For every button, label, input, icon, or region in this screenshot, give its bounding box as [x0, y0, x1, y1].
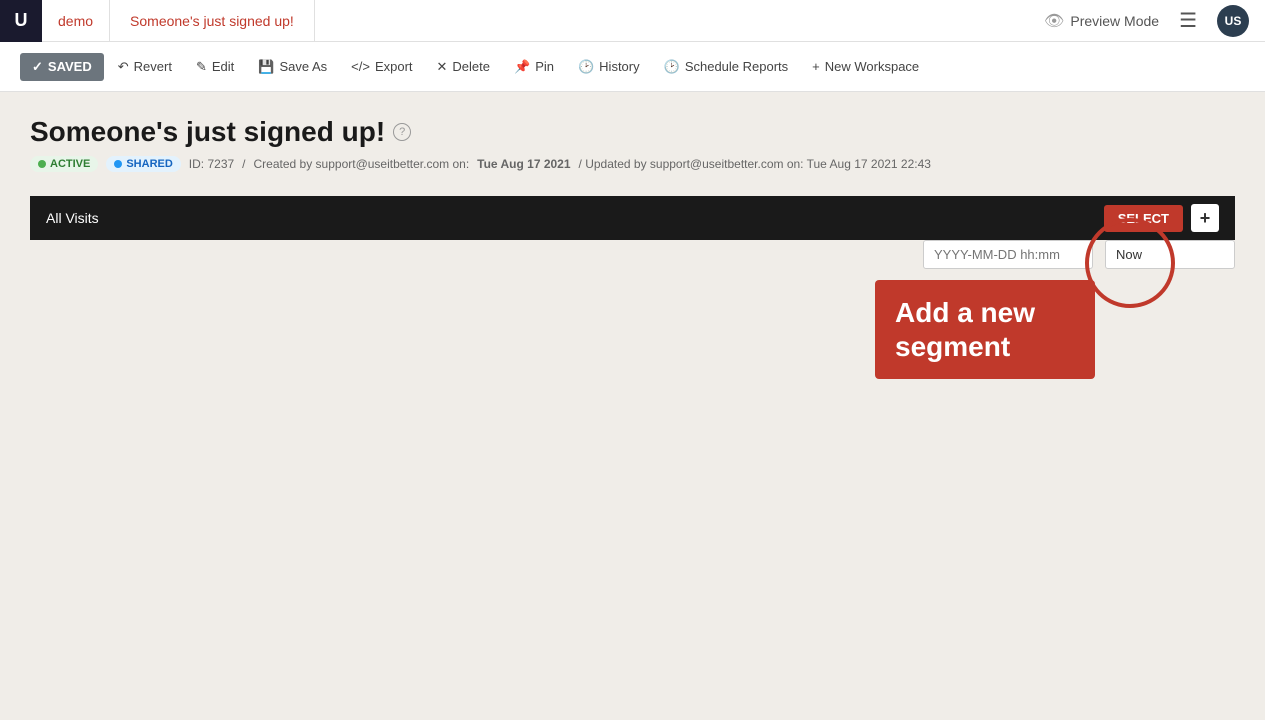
segment-label: All Visits — [46, 210, 99, 226]
hamburger-menu-button[interactable]: ☰ — [1175, 4, 1201, 37]
add-segment-tooltip: Add a new segment — [875, 280, 1095, 379]
report-id: ID: 7237 — [189, 157, 234, 171]
delete-label: Delete — [452, 59, 490, 74]
history-icon: 🕑 — [578, 59, 594, 75]
export-icon: </> — [351, 59, 370, 74]
revert-label: Revert — [134, 59, 172, 74]
history-label: History — [599, 59, 639, 74]
save-as-icon: 💾 — [258, 59, 274, 75]
new-workspace-button[interactable]: + New Workspace — [802, 53, 929, 80]
updated-by: / Updated by support@useitbetter.com on:… — [579, 157, 931, 171]
date-from-input[interactable] — [923, 240, 1093, 269]
schedule-reports-button[interactable]: 🕑 Schedule Reports — [654, 53, 799, 81]
report-meta: ACTIVE SHARED ID: 7237 / Created by supp… — [30, 156, 1235, 172]
checkmark-icon: ✓ — [32, 59, 43, 75]
edit-label: Edit — [212, 59, 234, 74]
report-title: Someone's just signed up! — [30, 116, 385, 148]
revert-button[interactable]: ↶ Revert — [108, 53, 182, 81]
main-content: Date from: Date to: Someone's just signe… — [0, 92, 1265, 264]
pin-label: Pin — [535, 59, 554, 74]
preview-mode-button[interactable]: 👁 Preview Mode — [1044, 11, 1159, 31]
report-title-area: Someone's just signed up! ? — [30, 116, 1235, 148]
new-workspace-label: New Workspace — [825, 59, 919, 74]
new-workspace-icon: + — [812, 59, 820, 74]
top-navigation: U demo Someone's just signed up! 👁 Previ… — [0, 0, 1265, 42]
delete-button[interactable]: ✕ Delete — [427, 53, 500, 81]
active-badge-label: ACTIVE — [50, 158, 90, 170]
segment-actions: SELECT + — [1104, 204, 1219, 232]
eye-icon: 👁 — [1044, 11, 1064, 31]
save-as-label: Save As — [279, 59, 327, 74]
user-avatar[interactable]: US — [1217, 5, 1249, 37]
help-icon[interactable]: ? — [393, 123, 411, 141]
date-to-input[interactable] — [1105, 240, 1235, 269]
edit-button[interactable]: ✎ Edit — [186, 53, 244, 81]
pin-button[interactable]: 📌 Pin — [504, 53, 564, 81]
add-segment-button[interactable]: + — [1191, 204, 1219, 232]
pin-icon: 📌 — [514, 59, 530, 75]
select-button[interactable]: SELECT — [1104, 205, 1183, 232]
active-toggle-dot — [38, 160, 46, 168]
schedule-reports-label: Schedule Reports — [685, 59, 788, 74]
segment-bar: All Visits SELECT + — [30, 196, 1235, 240]
shared-badge: SHARED — [106, 156, 180, 172]
shared-badge-label: SHARED — [126, 158, 172, 170]
created-date: Tue Aug 17 2021 — [477, 157, 570, 171]
revert-icon: ↶ — [118, 59, 129, 75]
saved-label: SAVED — [48, 59, 92, 74]
saved-button[interactable]: ✓ SAVED — [20, 53, 104, 81]
nav-page-title: Someone's just signed up! — [110, 0, 315, 41]
shared-toggle-dot — [114, 160, 122, 168]
logo[interactable]: U — [0, 0, 42, 42]
export-label: Export — [375, 59, 413, 74]
schedule-icon: 🕑 — [664, 59, 680, 75]
nav-right-area: 👁 Preview Mode ☰ US — [1044, 4, 1265, 37]
active-badge: ACTIVE — [30, 156, 98, 172]
content-area: All Visits SELECT + Add a new segment — [30, 196, 1235, 240]
nav-demo-link[interactable]: demo — [42, 0, 110, 41]
created-by-label: Created by support@useitbetter.com on: — [254, 157, 470, 171]
tooltip-line1: Add a new — [895, 296, 1075, 330]
toolbar: ✓ SAVED ↶ Revert ✎ Edit 💾 Save As </> Ex… — [0, 42, 1265, 92]
separator: / — [242, 157, 245, 171]
delete-icon: ✕ — [437, 59, 448, 75]
edit-icon: ✎ — [196, 59, 207, 75]
logo-icon: U — [15, 10, 28, 31]
save-as-button[interactable]: 💾 Save As — [248, 53, 337, 81]
tooltip-line2: segment — [895, 330, 1075, 364]
export-button[interactable]: </> Export — [341, 53, 422, 80]
preview-mode-label: Preview Mode — [1070, 13, 1159, 29]
history-button[interactable]: 🕑 History — [568, 53, 650, 81]
